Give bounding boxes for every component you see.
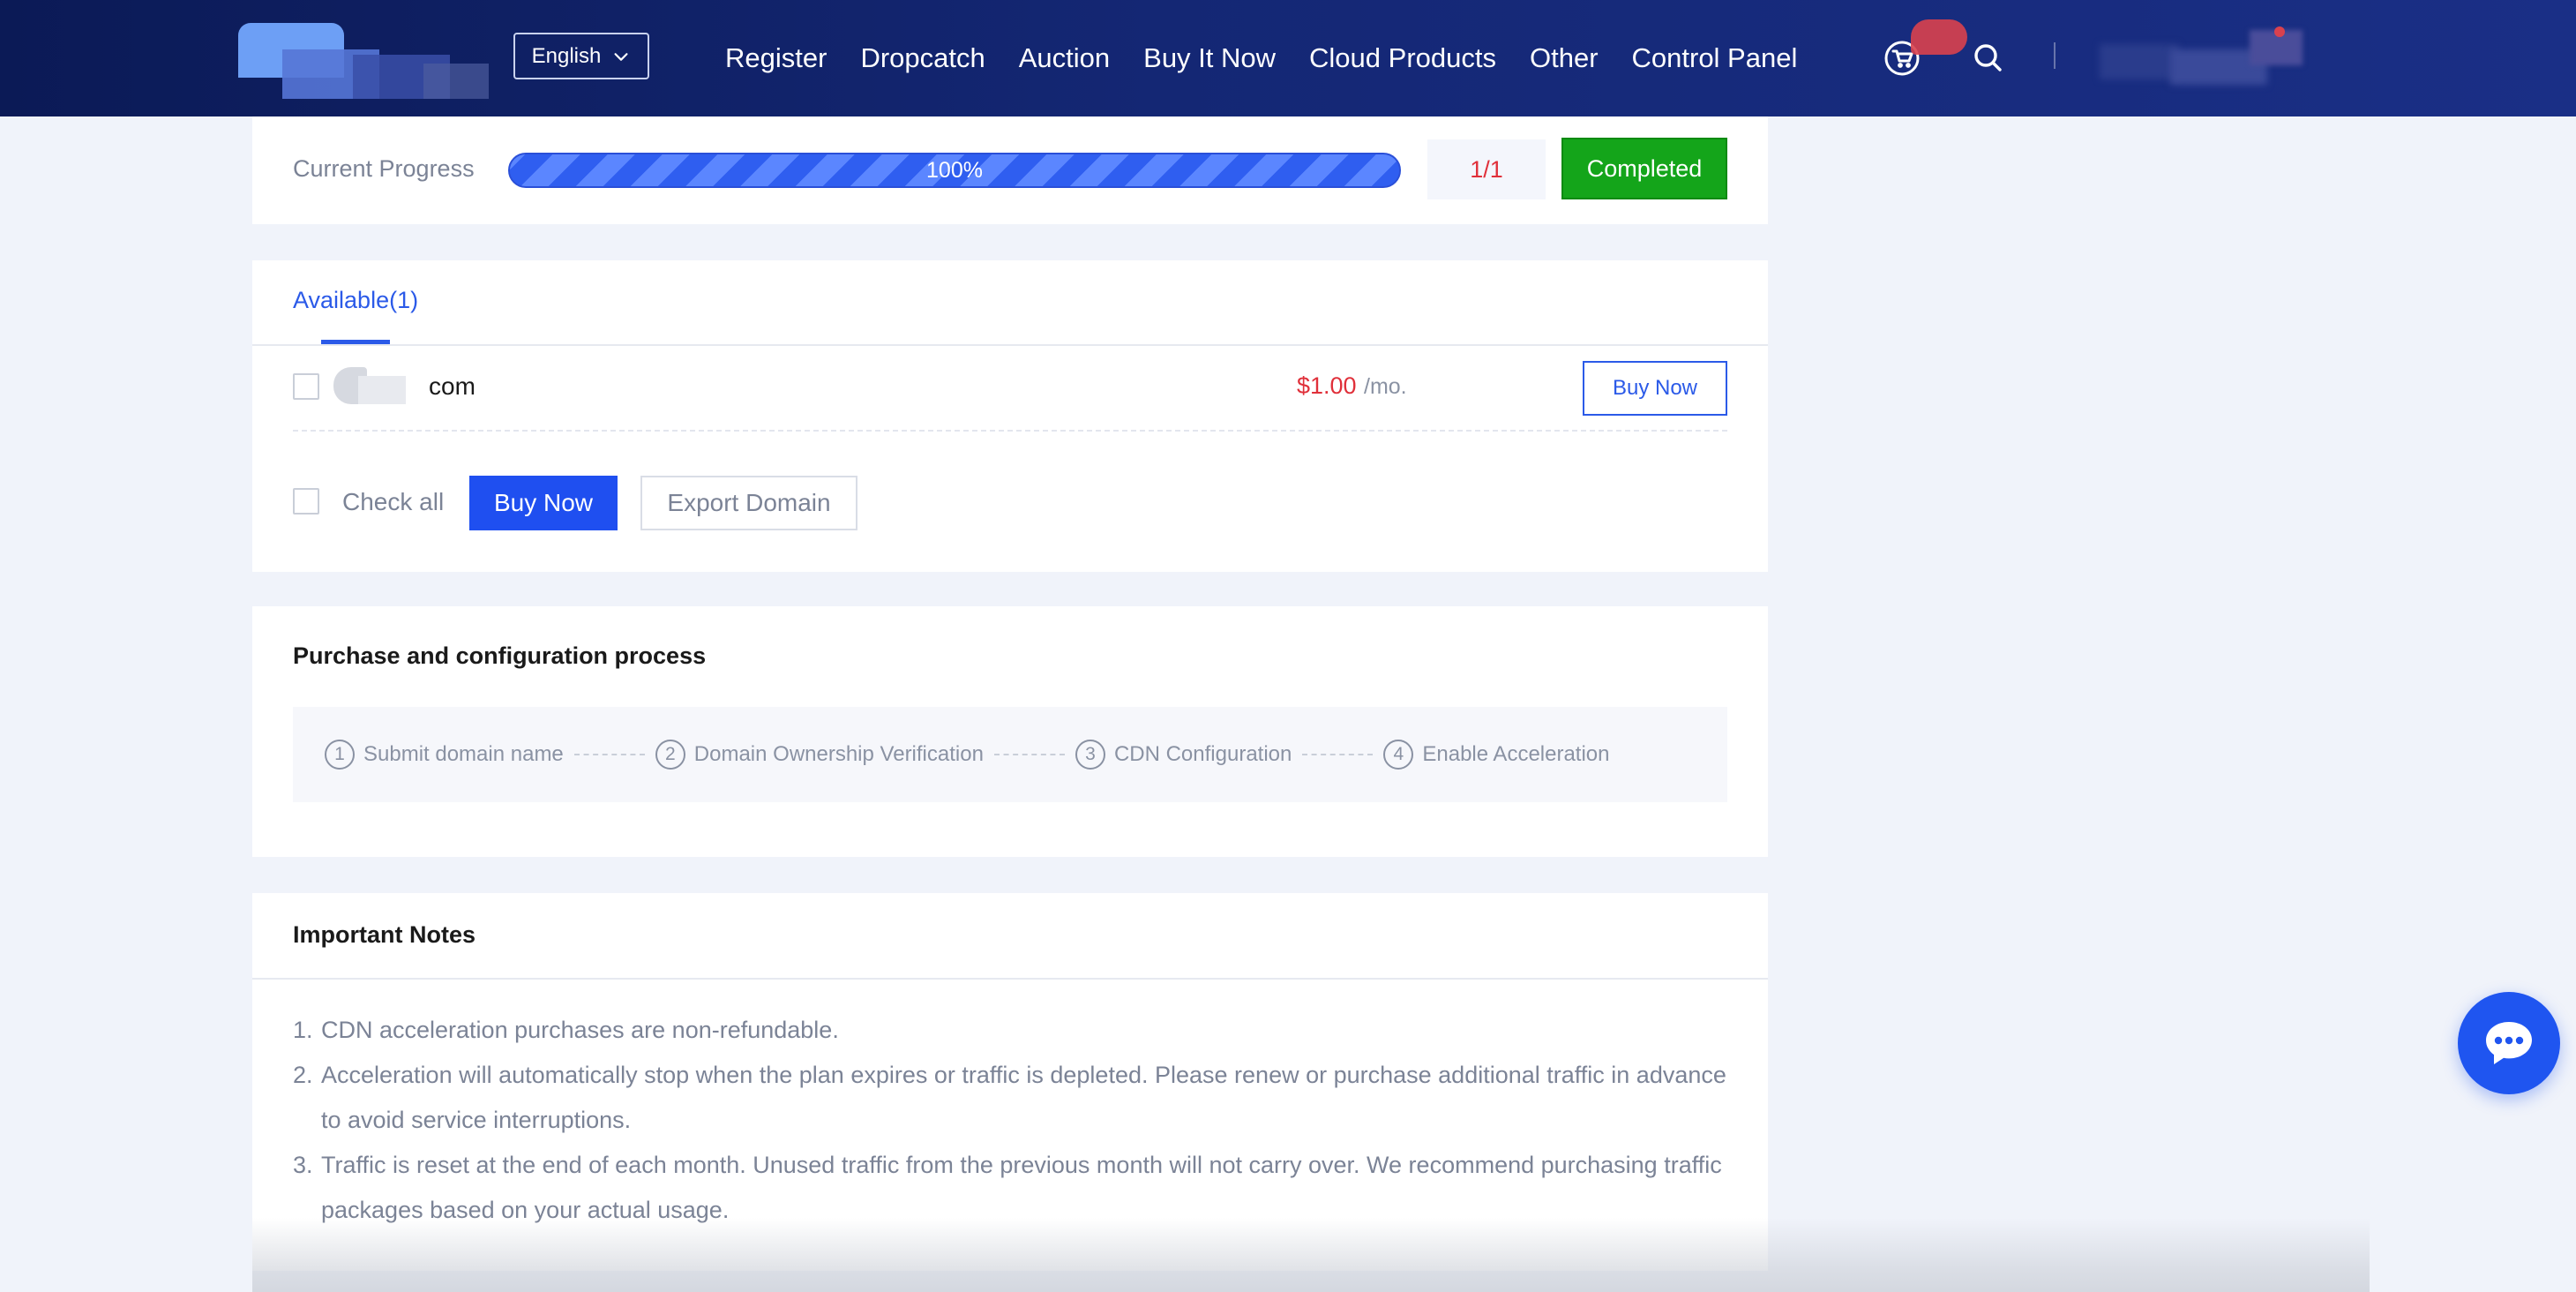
chat-button[interactable] <box>2458 992 2560 1094</box>
site-logo[interactable] <box>238 23 489 99</box>
notes-divider <box>252 978 1768 980</box>
price-period: /mo. <box>1364 374 1407 399</box>
nav-dropcatch[interactable]: Dropcatch <box>860 42 985 74</box>
chat-icon <box>2486 1022 2532 1064</box>
process-card: Purchase and configuration process 1 Sub… <box>252 606 1768 857</box>
progress-card: Current Progress 100% 1/1 Completed <box>252 116 1768 224</box>
domain-price: $1.00 <box>1297 372 1357 399</box>
language-label: English <box>531 43 602 68</box>
nav-auction[interactable]: Auction <box>1019 42 1110 74</box>
nav-other[interactable]: Other <box>1530 42 1599 74</box>
domain-name: com <box>429 372 476 400</box>
top-header: English Register Dropcatch Auction Buy I… <box>0 0 2576 116</box>
process-step: 4 Enable Acceleration <box>1383 740 1610 770</box>
nav-buy-it-now[interactable]: Buy It Now <box>1143 42 1276 74</box>
process-title: Purchase and configuration process <box>293 642 707 669</box>
user-account[interactable] <box>2100 26 2320 88</box>
notes-list: 1. CDN acceleration purchases are non-re… <box>293 1008 1740 1233</box>
step-number: 1 <box>325 740 355 770</box>
step-label: Enable Acceleration <box>1422 742 1610 766</box>
step-label: Submit domain name <box>363 742 564 766</box>
note-text: CDN acceleration purchases are non-refun… <box>321 1017 839 1043</box>
notes-card: Important Notes 1. CDN acceleration purc… <box>252 893 1768 1271</box>
step-connector <box>573 754 645 755</box>
chevron-down-icon <box>614 52 628 61</box>
main-nav: Register Dropcatch Auction Buy It Now Cl… <box>725 0 1797 116</box>
note-number: 2. <box>293 1062 313 1088</box>
step-label: Domain Ownership Verification <box>693 742 984 766</box>
nav-register[interactable]: Register <box>725 42 827 74</box>
domain-favicon <box>333 367 406 404</box>
step-connector <box>1302 754 1374 755</box>
row-buy-now-button[interactable]: Buy Now <box>1583 361 1727 416</box>
process-step: 3 CDN Configuration <box>1075 740 1292 770</box>
process-steps: 1 Submit domain name 2 Domain Ownership … <box>293 707 1727 802</box>
export-domain-button[interactable]: Export Domain <box>640 476 857 530</box>
completed-status-button[interactable]: Completed <box>1561 138 1727 199</box>
progress-bar: 100% <box>508 153 1401 188</box>
notes-title: Important Notes <box>293 921 476 948</box>
progress-count: 1/1 <box>1427 139 1546 199</box>
nav-cloud-products[interactable]: Cloud Products <box>1309 42 1496 74</box>
note-number: 3. <box>293 1152 313 1178</box>
row-divider <box>293 430 1727 432</box>
step-number: 3 <box>1075 740 1105 770</box>
step-label: CDN Configuration <box>1113 742 1292 766</box>
note-text: Traffic is reset at the end of each mont… <box>321 1152 1722 1223</box>
cart-badge <box>1911 19 1967 55</box>
results-card: Available(1) com $1.00 /mo. Buy Now Chec… <box>252 260 1768 572</box>
search-icon <box>1974 44 2002 71</box>
check-all-checkbox[interactable] <box>293 488 319 515</box>
list-item: 2. Acceleration will automatically stop … <box>293 1053 1740 1143</box>
row-checkbox[interactable] <box>293 373 319 400</box>
list-item: 1. CDN acceleration purchases are non-re… <box>293 1008 1740 1053</box>
buy-now-button[interactable]: Buy Now <box>469 476 618 530</box>
search-button[interactable] <box>1971 41 2006 76</box>
list-item: 3. Traffic is reset at the end of each m… <box>293 1143 1740 1233</box>
process-step: 2 Domain Ownership Verification <box>655 740 984 770</box>
note-number: 1. <box>293 1017 313 1043</box>
progress-percent: 100% <box>926 157 983 183</box>
check-all-label[interactable]: Check all <box>342 488 444 516</box>
note-text: Acceleration will automatically stop whe… <box>321 1062 1726 1133</box>
nav-control-panel[interactable]: Control Panel <box>1632 42 1798 74</box>
table-row: com $1.00 /mo. Buy Now <box>252 346 1768 430</box>
step-number: 2 <box>655 740 685 770</box>
step-number: 4 <box>1383 740 1414 770</box>
language-selector[interactable]: English <box>513 33 649 79</box>
process-step: 1 Submit domain name <box>325 740 564 770</box>
step-connector <box>993 754 1065 755</box>
tab-available[interactable]: Available(1) <box>293 287 418 314</box>
progress-label: Current Progress <box>293 155 475 182</box>
header-divider <box>2054 42 2056 69</box>
